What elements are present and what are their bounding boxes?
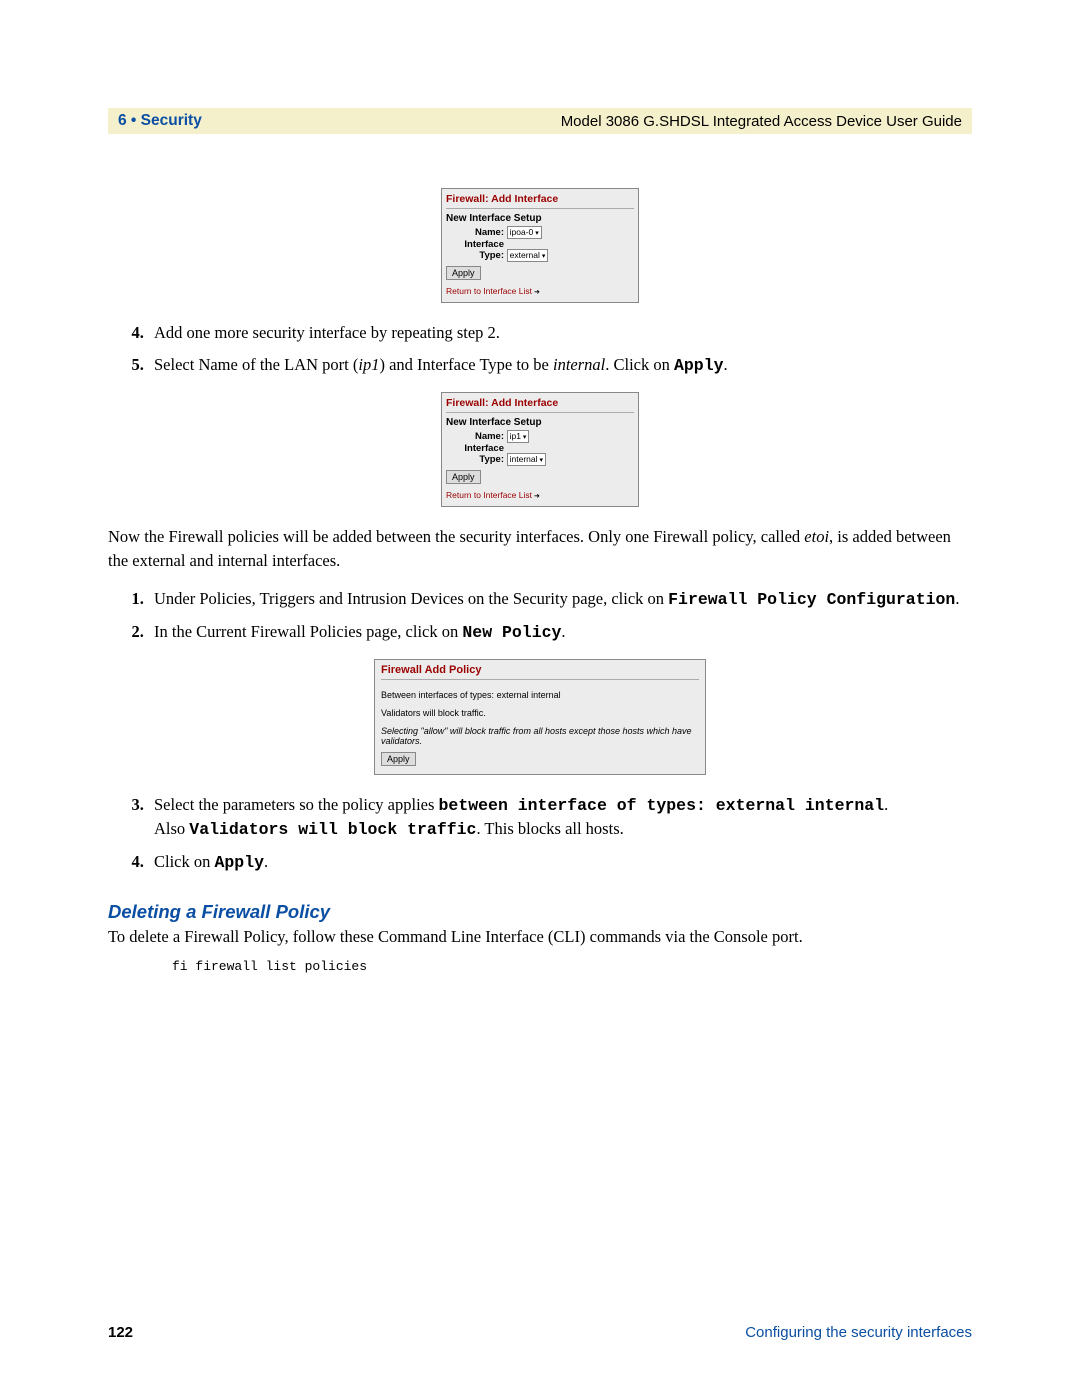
b4-prefix: Click on xyxy=(154,852,215,871)
between-select-2[interactable]: internal xyxy=(531,690,561,700)
section-heading-delete: Deleting a Firewall Policy xyxy=(108,901,972,923)
step-4: Add one more security interface by repea… xyxy=(148,321,972,345)
return-link[interactable]: Return to Interface List xyxy=(446,286,634,296)
apply-button[interactable]: Apply xyxy=(446,266,481,280)
page-header: 6 • Security Model 3086 G.SHDSL Integrat… xyxy=(108,108,972,134)
type-select[interactable]: internal xyxy=(507,453,546,466)
step5-ip1: ip1 xyxy=(358,355,379,374)
step5-apply: Apply xyxy=(674,356,724,375)
page-footer: 122 Configuring the security interfaces xyxy=(108,1324,972,1341)
document-page: 6 • Security Model 3086 G.SHDSL Integrat… xyxy=(0,0,1080,1397)
type-label: Interface Type: xyxy=(446,443,504,465)
step5-text-b: ) and Interface Type to be xyxy=(379,355,553,374)
type-label: Interface Type: xyxy=(446,239,504,261)
policy-note: Selecting "allow" will block traffic fro… xyxy=(381,726,699,746)
steps-list-c: Select the parameters so the policy appl… xyxy=(108,793,972,876)
step-b3: Select the parameters so the policy appl… xyxy=(148,793,972,843)
b1-prefix: Under Policies, Triggers and Intrusion D… xyxy=(154,589,668,608)
dialog-title: Firewall: Add Interface xyxy=(446,191,634,209)
step-b4: Click on Apply. xyxy=(148,850,972,875)
step-b2: In the Current Firewall Policies page, c… xyxy=(148,620,972,645)
delete-para: To delete a Firewall Policy, follow thes… xyxy=(108,925,972,949)
b2-mono: New Policy xyxy=(462,623,561,642)
step5-text-a: Select Name of the LAN port ( xyxy=(154,355,358,374)
between-row: Between interfaces of types: external in… xyxy=(381,690,699,700)
name-label: Name: xyxy=(446,227,504,238)
return-link[interactable]: Return to Interface List xyxy=(446,490,634,500)
cli-command: fi firewall list policies xyxy=(172,959,972,974)
type-row: Interface Type: external xyxy=(446,239,634,262)
name-row: Name: ipoa-0 xyxy=(446,226,634,239)
b3-mono: between interface of types: external int… xyxy=(439,796,885,815)
b4-mono: Apply xyxy=(215,853,265,872)
type-row: Interface Type: internal xyxy=(446,443,634,466)
b3-also-mono: Validators will block traffic xyxy=(189,820,476,839)
policies-intro-para: Now the Firewall policies will be added … xyxy=(108,525,972,573)
firewall-add-policy-dialog: Firewall Add Policy Between interfaces o… xyxy=(374,659,706,775)
between-label: Between interfaces of types: xyxy=(381,690,494,700)
b3-also-pre: Also xyxy=(154,819,189,838)
dialog-title: Firewall Add Policy xyxy=(381,662,699,680)
step5-text-d: . xyxy=(724,355,728,374)
steps-list-b: Under Policies, Triggers and Intrusion D… xyxy=(108,587,972,645)
b2-prefix: In the Current Firewall Policies page, c… xyxy=(154,622,462,641)
validators-post: traffic. xyxy=(461,708,485,718)
b3-suffix: . xyxy=(884,795,888,814)
dialog-title: Firewall: Add Interface xyxy=(446,395,634,413)
step5-internal: internal xyxy=(553,355,605,374)
step-4-text: Add one more security interface by repea… xyxy=(154,323,500,342)
page-number: 122 xyxy=(108,1324,133,1341)
name-label: Name: xyxy=(446,431,504,442)
b2-suffix: . xyxy=(561,622,565,641)
page-content: Firewall: Add Interface New Interface Se… xyxy=(108,188,972,974)
dialog-subtitle: New Interface Setup xyxy=(446,417,634,428)
step-b1: Under Policies, Triggers and Intrusion D… xyxy=(148,587,972,612)
b1-suffix: . xyxy=(955,589,959,608)
apply-button[interactable]: Apply xyxy=(381,752,416,766)
b3-prefix: Select the parameters so the policy appl… xyxy=(154,795,439,814)
para-b-1: Now the Firewall policies will be added … xyxy=(108,527,804,546)
type-select[interactable]: external xyxy=(507,249,549,262)
name-select[interactable]: ip1 xyxy=(507,430,530,443)
firewall-add-interface-dialog-1: Firewall: Add Interface New Interface Se… xyxy=(441,188,639,303)
steps-list-a: Add one more security interface by repea… xyxy=(108,321,972,378)
para-b-etoi: etoi xyxy=(804,527,829,546)
b4-suffix: . xyxy=(264,852,268,871)
guide-title: Model 3086 G.SHDSL Integrated Access Dev… xyxy=(561,113,962,130)
validators-pre: Validators will xyxy=(381,708,435,718)
validators-row: Validators will block traffic. xyxy=(381,708,699,718)
name-select[interactable]: ipoa-0 xyxy=(507,226,542,239)
footer-label: Configuring the security interfaces xyxy=(745,1324,972,1341)
firewall-add-interface-dialog-2: Firewall: Add Interface New Interface Se… xyxy=(441,392,639,507)
name-row: Name: ip1 xyxy=(446,430,634,443)
b1-mono: Firewall Policy Configuration xyxy=(668,590,955,609)
between-select-1[interactable]: external xyxy=(497,690,529,700)
validators-select[interactable]: block xyxy=(438,708,459,718)
chapter-label: 6 • Security xyxy=(118,112,202,130)
apply-button[interactable]: Apply xyxy=(446,470,481,484)
b3-also-suf: . This blocks all hosts. xyxy=(476,819,623,838)
step5-text-c: . Click on xyxy=(605,355,674,374)
dialog-subtitle: New Interface Setup xyxy=(446,213,634,224)
step-5: Select Name of the LAN port (ip1) and In… xyxy=(148,353,972,378)
